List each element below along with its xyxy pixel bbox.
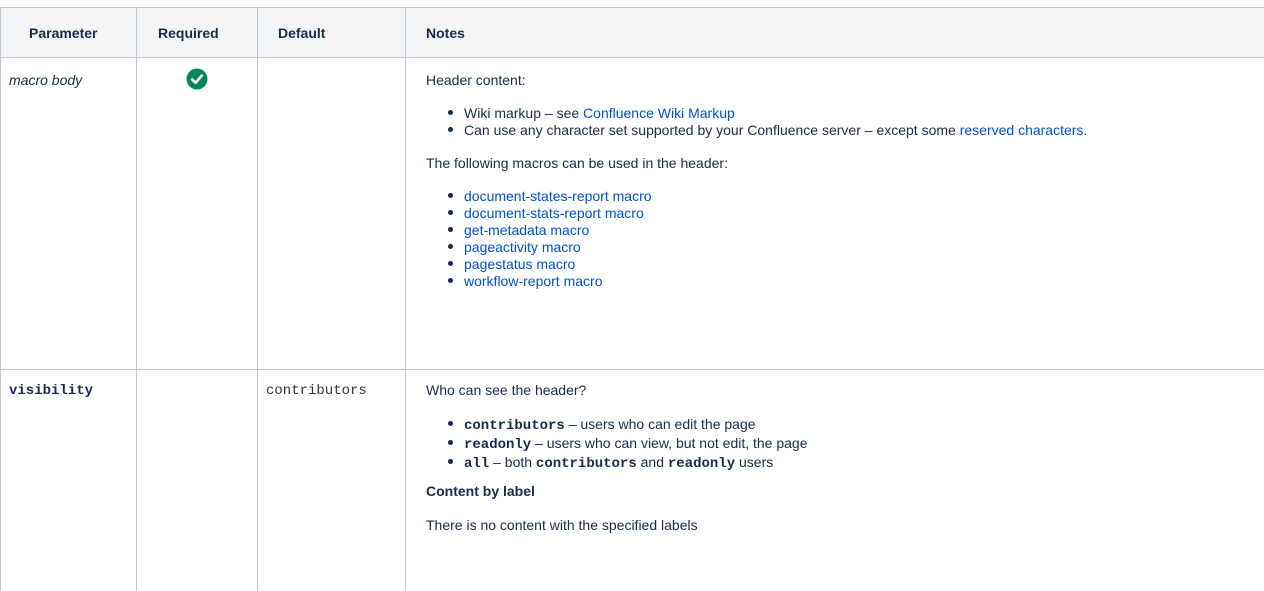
parameters-table: Parameter Required Default Notes macro b… [0,0,1264,591]
check-circle-icon [186,68,208,90]
list-item: contributors – users who can edit the pa… [448,416,808,435]
column-header-required: Required [158,25,219,41]
default-value: contributors [266,383,367,399]
list-item: all – both contributors and readonly use… [448,454,808,473]
workflow-report-macro-link[interactable]: workflow-report macro [464,273,602,289]
option-text: users [735,454,774,470]
table-border-left [0,7,1,591]
parameter-name: macro body [9,72,83,88]
list-item-text: . [1083,122,1088,138]
macros-list: document-states-report macro document-st… [426,188,652,290]
pagestatus-macro-link[interactable]: pagestatus macro [464,256,575,272]
macros-intro: The following macros can be used in the … [426,155,728,171]
list-item-text: Can use any character set supported by y… [464,122,960,138]
list-item: pageactivity macro [448,239,652,256]
reserved-characters-link[interactable]: reserved characters [960,122,1084,138]
notes-list: Wiki markup – see Confluence Wiki Markup… [426,105,1087,139]
option-text: – users who can view, but not edit, the … [531,435,808,451]
option-code: all [464,456,490,472]
list-item: readonly – users who can view, but not e… [448,435,808,454]
list-item: workflow-report macro [448,273,652,290]
column-divider [136,7,137,591]
list-item: Wiki markup – see Confluence Wiki Markup [447,105,1087,122]
list-item: Can use any character set supported by y… [447,122,1088,139]
column-header-parameter: Parameter [29,25,98,41]
option-code: contributors [535,456,637,472]
confluence-wiki-markup-link[interactable]: Confluence Wiki Markup [583,105,735,121]
document-states-report-macro-link[interactable]: document-states-report macro [464,188,652,204]
option-code: readonly [667,456,736,472]
list-item: get-metadata macro [448,222,652,239]
option-code: readonly [464,437,532,453]
option-code: contributors [464,418,565,434]
column-divider [405,7,406,591]
table-border-top [0,7,1264,8]
list-item: pagestatus macro [448,256,652,273]
parameter-name: visibility [9,383,94,399]
option-text: – users who can edit the page [564,416,756,432]
notes-intro: Header content: [426,72,526,88]
content-by-label-message: There is no content with the specified l… [426,517,698,533]
get-metadata-macro-link[interactable]: get-metadata macro [464,222,589,238]
list-item-text: Wiki markup – see [464,105,584,121]
visibility-options-list: contributors – users who can edit the pa… [426,416,808,473]
list-item: document-states-report macro [448,188,652,205]
notes-intro: Who can see the header? [426,382,587,398]
column-divider [257,7,258,591]
table-header-divider [0,57,1264,58]
pageactivity-macro-link[interactable]: pageactivity macro [464,239,581,255]
document-stats-report-macro-link[interactable]: document-stats-report macro [464,205,644,221]
column-header-notes: Notes [426,25,465,41]
content-by-label-heading: Content by label [426,483,535,499]
table-row-divider [0,369,1264,370]
option-text: and [636,454,668,470]
column-header-default: Default [278,25,326,41]
option-text: – both [489,454,536,470]
list-item: document-stats-report macro [448,205,652,222]
